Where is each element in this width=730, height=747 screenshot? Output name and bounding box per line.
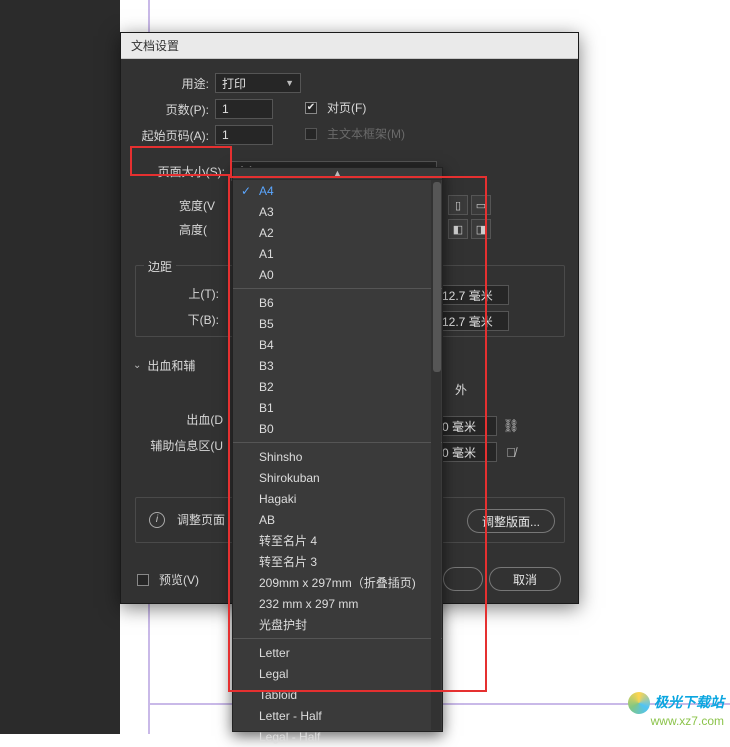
dropdown-separator xyxy=(233,288,442,289)
height-label: 高度( xyxy=(179,221,207,238)
dropdown-item[interactable]: Tabloid xyxy=(233,684,442,705)
dropdown-item[interactable]: Letter - Half xyxy=(233,705,442,726)
preview-checkbox[interactable] xyxy=(137,574,149,586)
page-size-dropdown[interactable]: ▲ A4A3A2A1A0 B6B5B4B3B2B1B0 ShinshoShiroku… xyxy=(232,167,443,732)
dropdown-separator xyxy=(233,638,442,639)
dropdown-item[interactable]: Letter xyxy=(233,642,442,663)
slug-label: 辅助信息区(U xyxy=(139,437,223,454)
dropdown-item[interactable]: B6 xyxy=(233,292,442,313)
dropdown-item[interactable]: A2 xyxy=(233,222,442,243)
dropdown-item[interactable]: B5 xyxy=(233,313,442,334)
dropdown-item[interactable]: 232 mm x 297 mm xyxy=(233,593,442,614)
facing-pages-checkbox[interactable] xyxy=(305,102,317,114)
intent-label: 用途: xyxy=(161,75,209,92)
orientation-landscape-icon[interactable]: ▭ xyxy=(471,195,491,215)
adjust-layout-label: 调整版面... xyxy=(482,513,540,530)
bleed-outer-input[interactable]: 0 毫米 xyxy=(435,416,497,436)
dropdown-item[interactable]: Shirokuban xyxy=(233,467,442,488)
watermark-logo-icon xyxy=(628,692,650,714)
bleed-title: 出血和辅 xyxy=(147,357,195,374)
dropdown-item[interactable]: Legal xyxy=(233,663,442,684)
intent-value: 打印 xyxy=(222,75,246,92)
dropdown-item[interactable]: A3 xyxy=(233,201,442,222)
dropdown-item[interactable]: B2 xyxy=(233,376,442,397)
facing-pages-label: 对页(F) xyxy=(327,99,366,116)
ok-button[interactable] xyxy=(443,567,483,591)
primary-frame-checkbox[interactable] xyxy=(305,128,317,140)
margin-bottom-label: 下(B): xyxy=(175,311,219,328)
adjust-page-label: 调整页面 xyxy=(177,511,225,528)
zero-mm: 0 毫米 xyxy=(442,444,476,461)
intent-select[interactable]: 打印 ▼ xyxy=(215,73,301,93)
margin-value: 12.7 毫米 xyxy=(442,313,493,330)
dropdown-item[interactable]: 转至名片 4 xyxy=(233,530,442,551)
chevron-down-icon: ▼ xyxy=(285,78,294,88)
dropdown-item[interactable]: A4 xyxy=(233,180,442,201)
dropdown-item[interactable]: A0 xyxy=(233,264,442,285)
orientation-portrait-icon[interactable]: ▯ xyxy=(448,195,468,215)
startpage-input[interactable] xyxy=(215,125,273,145)
margins-title: 边距 xyxy=(144,258,176,275)
bleed-label: 出血(D xyxy=(173,411,223,428)
watermark-line1: 极光下载站 xyxy=(654,694,724,710)
preview-label: 预览(V) xyxy=(159,571,199,588)
pages-input[interactable] xyxy=(215,99,273,119)
dropdown-separator xyxy=(233,442,442,443)
margin-top-label: 上(T): xyxy=(175,285,219,302)
dropdown-item[interactable]: AB xyxy=(233,509,442,530)
binding-left-icon[interactable]: ◧ xyxy=(448,219,468,239)
pages-label: 页数(P): xyxy=(141,101,209,118)
margin-right-top-input[interactable]: 12.7 毫米 xyxy=(435,285,509,305)
app-dark-area xyxy=(0,0,120,734)
binding-right-icon[interactable]: ◨ xyxy=(471,219,491,239)
unlink-icon[interactable]: ⛓̸ xyxy=(503,437,519,467)
expand-bleed-icon[interactable]: ⌄ xyxy=(133,360,141,371)
watermark-line2: www.xz7.com xyxy=(628,714,724,728)
page-size-label: 页面大小(S): xyxy=(145,163,225,180)
dropdown-item[interactable]: 209mm x 297mm（折叠插页) xyxy=(233,572,442,593)
dropdown-list: A4A3A2A1A0 B6B5B4B3B2B1B0 ShinshoShirokuba… xyxy=(233,180,442,747)
info-icon: i xyxy=(149,512,165,528)
margin-right-bottom-input[interactable]: 12.7 毫米 xyxy=(435,311,509,331)
dialog-title: 文档设置 xyxy=(131,39,179,53)
dropdown-item[interactable]: B4 xyxy=(233,334,442,355)
dropdown-item[interactable]: B1 xyxy=(233,397,442,418)
outer-label: 外 xyxy=(455,381,467,398)
dropdown-item[interactable]: Legal - Half xyxy=(233,726,442,747)
cancel-button[interactable]: 取消 xyxy=(489,567,561,591)
dropdown-item[interactable]: 转至名片 3 xyxy=(233,551,442,572)
dropdown-item[interactable]: Hagaki xyxy=(233,488,442,509)
primary-frame-label: 主文本框架(M) xyxy=(327,125,405,142)
slug-outer-input[interactable]: 0 毫米 xyxy=(435,442,497,462)
dropdown-item[interactable]: B3 xyxy=(233,355,442,376)
zero-mm: 0 毫米 xyxy=(442,418,476,435)
dropdown-item[interactable]: 光盘护封 xyxy=(233,614,442,635)
startpage-label: 起始页码(A): xyxy=(125,127,209,144)
width-label: 宽度(V xyxy=(179,197,215,214)
watermark: 极光下载站 www.xz7.com xyxy=(628,692,724,728)
cancel-label: 取消 xyxy=(513,571,537,588)
dropdown-item[interactable]: Shinsho xyxy=(233,446,442,467)
dropdown-item[interactable]: B0 xyxy=(233,418,442,439)
dropdown-scroll-thumb[interactable] xyxy=(433,182,441,372)
dropdown-item[interactable]: A1 xyxy=(233,243,442,264)
scroll-up-arrow-icon[interactable]: ▲ xyxy=(233,168,442,180)
adjust-layout-button[interactable]: 调整版面... xyxy=(467,509,555,533)
margin-value: 12.7 毫米 xyxy=(442,287,493,304)
dialog-titlebar[interactable]: 文档设置 xyxy=(121,33,578,59)
